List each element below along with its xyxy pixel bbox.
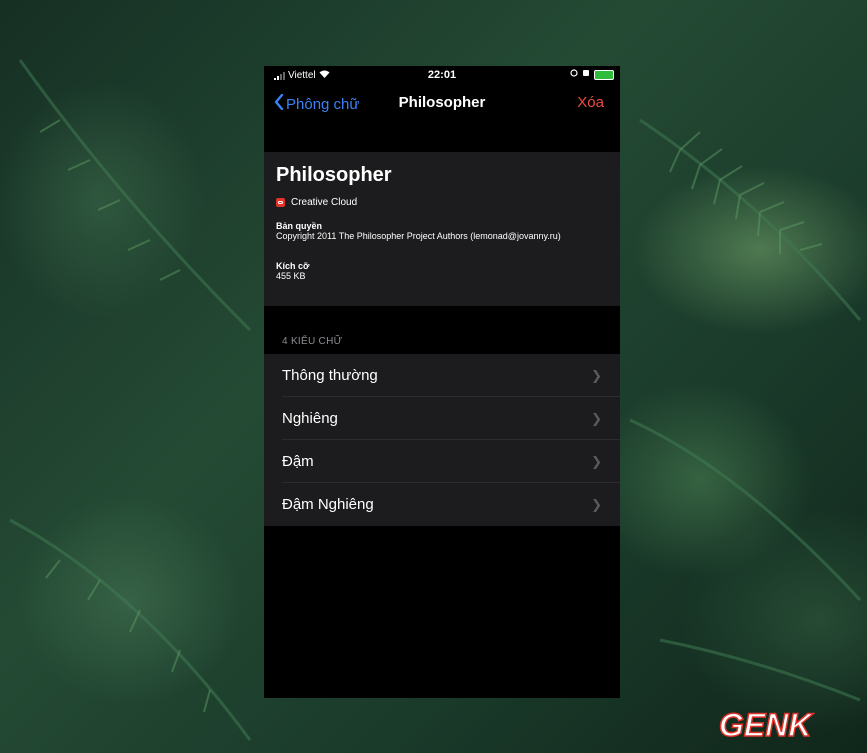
list-item-regular[interactable]: Thông thường ❯ (264, 354, 620, 397)
list-item-label: Đậm Nghiêng (282, 496, 374, 513)
chevron-right-icon: ❯ (591, 368, 602, 383)
source-app-name: Creative Cloud (291, 197, 358, 208)
copyright-text: Copyright 2011 The Philosopher Project A… (276, 231, 561, 241)
list-item-label: Thông thường (282, 367, 378, 384)
page-title: Philosopher (398, 94, 486, 111)
status-bar: Viettel 22:01 (264, 66, 620, 86)
list-item-italic[interactable]: Nghiêng ❯ (264, 397, 620, 440)
chevron-right-icon: ❯ (591, 454, 602, 469)
list-item-label: Đậm (282, 453, 314, 470)
alarm-icon (582, 69, 590, 80)
font-info-card: Philosopher Creative Cloud Bản quyền Cop… (264, 152, 620, 306)
list-item-bold[interactable]: Đậm ❯ (264, 440, 620, 483)
list-item-bold-italic[interactable]: Đậm Nghiêng ❯ (264, 483, 620, 526)
battery-icon (594, 69, 614, 80)
chevron-right-icon: ❯ (591, 411, 602, 426)
clock: 22:01 (427, 69, 457, 81)
delete-button[interactable]: Xóa (577, 94, 604, 111)
source-app-row: Creative Cloud (276, 197, 357, 208)
copyright-label: Bản quyền (276, 221, 323, 231)
size-label: Kích cỡ (276, 261, 310, 271)
font-name: Philosopher (276, 164, 392, 186)
phone-screen: Viettel 22:01 Phông chữ Philosopher Xóa (264, 66, 620, 698)
styles-section-header: 4 KIỂU CHỮ (282, 336, 343, 347)
size-value: 455 KB (276, 271, 306, 281)
list-item-label: Nghiêng (282, 410, 338, 427)
chevron-right-icon: ❯ (591, 497, 602, 512)
genk-logo: GENK (713, 706, 853, 747)
lock-rotation-icon (570, 69, 578, 80)
creative-cloud-icon (276, 198, 285, 207)
navigation-bar: Phông chữ Philosopher Xóa (264, 86, 620, 122)
status-right (570, 69, 614, 80)
watermark-text: GENK (719, 707, 814, 742)
styles-list: Thông thường ❯ Nghiêng ❯ Đậm ❯ Đậm Nghiê… (264, 354, 620, 526)
